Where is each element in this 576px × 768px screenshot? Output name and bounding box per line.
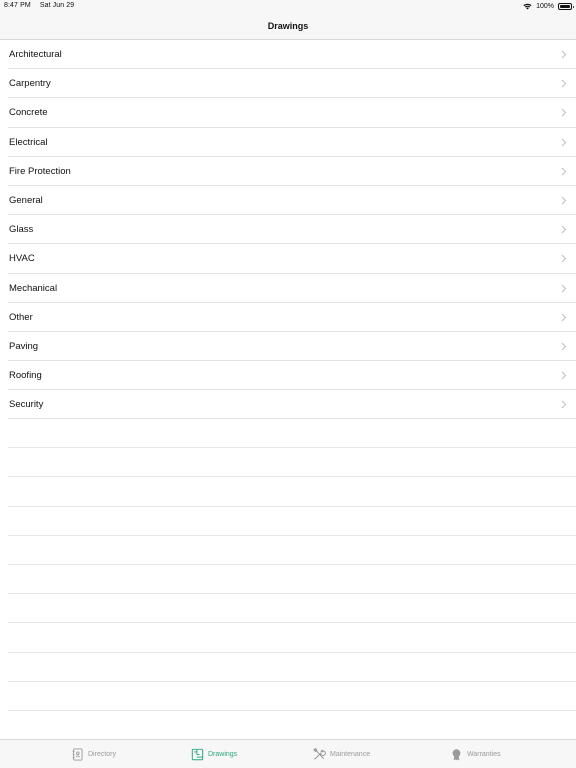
list-item-label: Architectural bbox=[9, 49, 62, 60]
page-title: Drawings bbox=[267, 21, 309, 31]
list-item-label: Mechanical bbox=[9, 282, 58, 294]
list-item-hvac[interactable]: HVAC bbox=[8, 244, 576, 274]
list-item-architectural[interactable]: Architectural bbox=[8, 40, 576, 70]
tab-bar: Directory Drawings Maintenance Warrantie… bbox=[0, 739, 576, 768]
list-item-label: Fire Protection bbox=[9, 165, 71, 177]
chevron-right-icon bbox=[561, 167, 567, 176]
chevron-right-icon bbox=[561, 196, 567, 205]
list-item-mechanical[interactable]: Mechanical bbox=[8, 274, 576, 303]
list-item-label: Concrete bbox=[9, 107, 48, 119]
ribbon-badge-icon bbox=[452, 748, 461, 760]
empty-row bbox=[8, 448, 576, 478]
chevron-right-icon bbox=[561, 138, 567, 146]
chevron-right-icon bbox=[561, 225, 567, 234]
contacts-book-icon bbox=[72, 748, 83, 760]
list-item-fire-protection[interactable]: Fire Protection bbox=[8, 157, 576, 186]
list-item-label: Paving bbox=[9, 340, 39, 352]
list-item-general[interactable]: General bbox=[8, 186, 576, 216]
tab-label: Maintenance bbox=[330, 750, 371, 758]
empty-row bbox=[8, 653, 576, 682]
list-item-label: Other bbox=[9, 311, 33, 323]
list-item-label: Carpentry bbox=[9, 78, 51, 90]
tools-icon bbox=[313, 747, 326, 760]
empty-row bbox=[8, 507, 576, 536]
empty-row bbox=[8, 623, 576, 653]
status-date: Sat Jun 29 bbox=[39, 2, 75, 9]
tab-warranties[interactable]: Warranties bbox=[450, 740, 501, 768]
chevron-right-icon bbox=[561, 284, 567, 292]
tab-directory[interactable]: Directory bbox=[71, 740, 116, 768]
empty-row bbox=[8, 682, 576, 711]
tab-label: Directory bbox=[88, 750, 117, 758]
battery-percent: 100% bbox=[536, 2, 554, 10]
list-item-label: General bbox=[9, 194, 43, 206]
list-item-label: Glass bbox=[9, 224, 34, 236]
empty-row bbox=[8, 565, 576, 595]
list-item-label: Security bbox=[9, 399, 44, 411]
status-bar: 8:47 PM Sat Jun 29 100% bbox=[0, 0, 576, 12]
chevron-right-icon bbox=[561, 400, 567, 409]
blueprint-icon bbox=[191, 748, 204, 760]
status-time: 8:47 PM bbox=[4, 2, 31, 9]
tab-label: Drawings bbox=[208, 750, 238, 758]
status-left: 8:47 PM Sat Jun 29 bbox=[4, 2, 74, 9]
status-right: 100% bbox=[523, 1, 574, 11]
chevron-right-icon bbox=[561, 108, 567, 117]
list-item-roofing[interactable]: Roofing bbox=[8, 361, 576, 391]
list-item-security[interactable]: Security bbox=[8, 390, 576, 420]
empty-row bbox=[8, 594, 576, 624]
list-item-carpentry[interactable]: Carpentry bbox=[8, 69, 576, 99]
list-item-label: HVAC bbox=[9, 253, 35, 265]
empty-row bbox=[8, 419, 576, 449]
list-item-paving[interactable]: Paving bbox=[8, 332, 576, 362]
chevron-right-icon bbox=[561, 342, 567, 351]
chevron-right-icon bbox=[561, 79, 567, 88]
chevron-right-icon bbox=[561, 50, 567, 59]
list-item-electrical[interactable]: Electrical bbox=[8, 128, 576, 157]
tab-drawings[interactable]: Drawings bbox=[191, 740, 237, 768]
navigation-bar: Drawings bbox=[0, 12, 576, 40]
tab-label: Warranties bbox=[467, 750, 501, 758]
tab-maintenance[interactable]: Maintenance bbox=[313, 740, 370, 768]
list-item-label: Roofing bbox=[9, 370, 42, 382]
empty-row bbox=[8, 477, 576, 507]
drawings-category-list: Architectural Carpentry Concrete Electrical… bbox=[0, 40, 576, 420]
wifi-icon bbox=[523, 3, 532, 9]
list-item-glass[interactable]: Glass bbox=[8, 215, 576, 245]
list-item-label: Electrical bbox=[9, 136, 48, 148]
empty-list-area bbox=[0, 419, 576, 739]
list-item-other[interactable]: Other bbox=[8, 303, 576, 332]
chevron-right-icon bbox=[561, 371, 567, 380]
chevron-right-icon bbox=[561, 313, 567, 322]
list-item-concrete[interactable]: Concrete bbox=[8, 98, 576, 128]
battery-icon bbox=[558, 2, 574, 10]
empty-row bbox=[8, 536, 576, 565]
chevron-right-icon bbox=[561, 254, 567, 263]
